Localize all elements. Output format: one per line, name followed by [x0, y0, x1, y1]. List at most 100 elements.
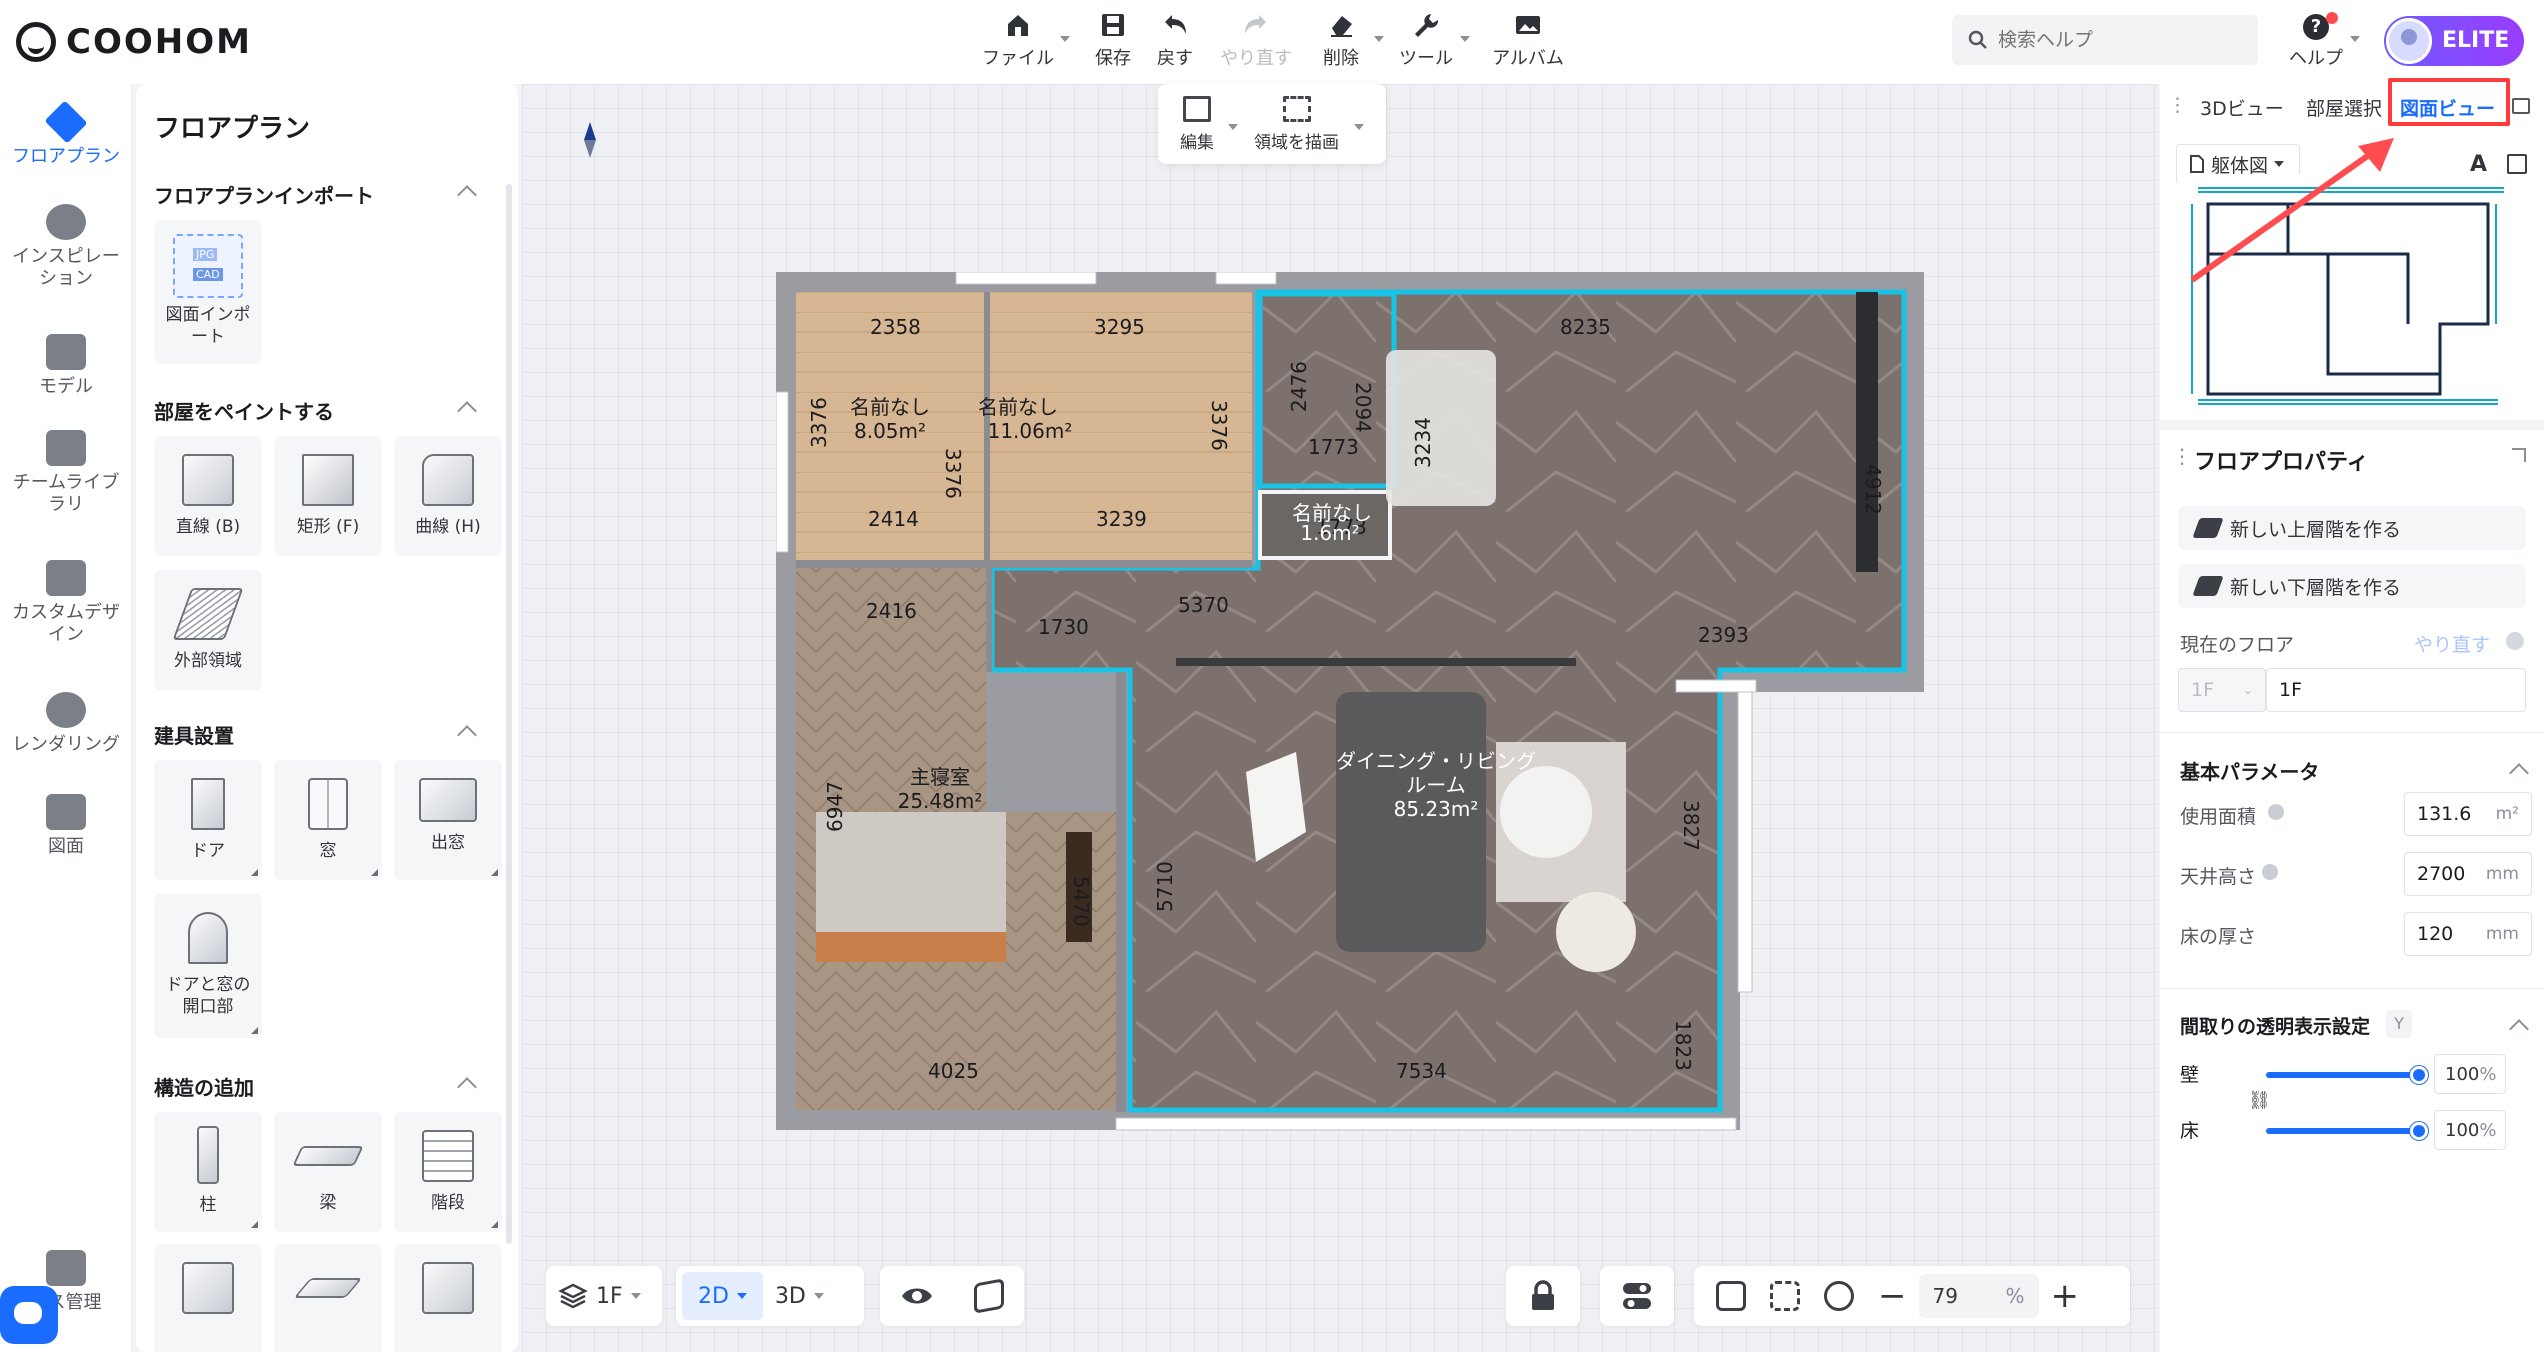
- chevron-down-icon: [1228, 124, 1238, 130]
- floor-name-input[interactable]: 1F: [2266, 668, 2526, 712]
- floor-opacity-input[interactable]: 100 %: [2434, 1110, 2506, 1150]
- chevron-up-icon[interactable]: [457, 1077, 477, 1097]
- lock-button[interactable]: [1506, 1266, 1580, 1326]
- zoom-in-button[interactable]: +: [2039, 1276, 2092, 1316]
- floor-switcher[interactable]: 1F: [546, 1266, 662, 1326]
- rail-item-drawings[interactable]: 図面: [0, 794, 132, 858]
- edit-grid-icon: [1183, 96, 1211, 122]
- rail-item-custom-design[interactable]: カスタムデザ イン: [0, 560, 132, 646]
- dimension-label: 3295: [1094, 315, 1145, 339]
- structure-tile-6[interactable]: [394, 1244, 502, 1352]
- ceiling-height-input[interactable]: 2700 mm: [2404, 852, 2532, 896]
- draw-region-button[interactable]: 領域を描画: [1254, 96, 1339, 153]
- box-icon: [46, 560, 86, 596]
- info-icon[interactable]: [2506, 632, 2524, 650]
- floor-opacity-slider[interactable]: [2266, 1122, 2428, 1140]
- box-structure-icon: [182, 1262, 234, 1314]
- fit-view-button[interactable]: [1758, 1281, 1812, 1311]
- rail-item-inspiration[interactable]: インスピレー ション: [0, 204, 132, 290]
- slider-knob[interactable]: [2410, 1066, 2428, 1084]
- dimension-label: 6947: [823, 781, 847, 832]
- dimension-label: 2094: [1351, 382, 1375, 433]
- floor-name-value: 1F: [2279, 679, 2303, 701]
- structure-tile-5[interactable]: [274, 1244, 382, 1352]
- rail-item-model[interactable]: モデル: [0, 334, 132, 398]
- room-name: ルーム: [1406, 773, 1465, 797]
- floor-thickness-input[interactable]: 120 mm: [2404, 912, 2532, 956]
- eye-icon[interactable]: [900, 1284, 934, 1308]
- chevron-down-icon: [813, 1293, 824, 1299]
- text-style-icon[interactable]: A: [2470, 152, 2487, 177]
- chevron-up-icon[interactable]: [457, 401, 477, 421]
- info-icon[interactable]: [2262, 864, 2278, 880]
- structure-tile-4[interactable]: [154, 1244, 262, 1352]
- undo-button[interactable]: 戻す: [1150, 10, 1200, 72]
- opening-tile[interactable]: ドアと窓の 開口部: [154, 894, 262, 1038]
- column-tile[interactable]: 柱: [154, 1112, 262, 1232]
- slab-icon: [293, 1278, 363, 1298]
- help-search[interactable]: [1952, 15, 2258, 65]
- door-tile[interactable]: ドア: [154, 760, 262, 880]
- tab-3d-view[interactable]: 3Dビュー: [2200, 94, 2284, 121]
- tab-room-select[interactable]: 部屋選択: [2306, 94, 2382, 121]
- brand-logo[interactable]: COOHOM: [16, 20, 252, 64]
- bay-window-tile[interactable]: 出窓: [394, 760, 502, 880]
- floor-plan[interactable]: 2358 3295 8235 3376 3376 3376 2476 2094 …: [776, 272, 1924, 1132]
- draw-line-tile[interactable]: 直線 (B): [154, 436, 262, 556]
- tools-menu-button[interactable]: ツール: [1396, 10, 1470, 72]
- arch-opening-icon: [188, 912, 228, 964]
- exterior-area-tile[interactable]: 外部領域: [154, 570, 262, 690]
- camera-settings-button[interactable]: [1704, 1281, 1758, 1311]
- expand-icon[interactable]: [2512, 448, 2526, 462]
- draw-curve-tile[interactable]: 曲線 (H): [394, 436, 502, 556]
- save-button[interactable]: 保存: [1088, 10, 1138, 72]
- wall-opacity-input[interactable]: 100 %: [2434, 1054, 2506, 1094]
- rail-item-rendering[interactable]: レンダリング: [0, 692, 132, 756]
- chat-support-button[interactable]: [0, 1286, 58, 1344]
- cube-view-icon[interactable]: [974, 1278, 1004, 1314]
- redo-link[interactable]: やり直す: [2414, 630, 2490, 657]
- rail-item-floorplan[interactable]: フロアプラン: [0, 100, 132, 168]
- dimension-label: 5710: [1153, 861, 1177, 912]
- catalog-scrollbar[interactable]: [506, 184, 512, 1244]
- usable-area-input[interactable]: 131.6 m²: [2404, 792, 2532, 836]
- account-button[interactable]: ELITE: [2384, 16, 2524, 66]
- chevron-up-icon[interactable]: [457, 185, 477, 205]
- chevron-up-icon[interactable]: [2509, 763, 2529, 783]
- floor-code-select[interactable]: 1F ⌄: [2178, 668, 2266, 712]
- toggle-settings-button[interactable]: [1600, 1266, 1674, 1326]
- zoom-region-button[interactable]: [1812, 1281, 1866, 1311]
- chevron-up-icon[interactable]: [457, 725, 477, 745]
- album-button[interactable]: アルバム: [1490, 10, 1566, 72]
- link-icon[interactable]: ⛓: [2248, 1090, 2271, 1111]
- help-button[interactable]: ? ヘルプ: [2286, 12, 2346, 72]
- zoom-out-button[interactable]: −: [1866, 1276, 1919, 1316]
- edit-icon[interactable]: [2507, 154, 2528, 174]
- popout-icon[interactable]: [2512, 98, 2530, 114]
- info-icon[interactable]: [2268, 804, 2284, 820]
- rail-item-team-library[interactable]: チームライブ ラリ: [0, 430, 132, 516]
- search-input[interactable]: [1998, 29, 2228, 51]
- column-icon: [197, 1126, 219, 1184]
- drag-handle-icon[interactable]: ⋮: [2172, 444, 2192, 468]
- drag-handle-icon[interactable]: ⋮: [2168, 94, 2187, 116]
- edit-button[interactable]: 編集: [1180, 96, 1214, 153]
- chevron-up-icon[interactable]: [2509, 1019, 2529, 1039]
- add-upper-floor-button[interactable]: 新しい上層階を作る: [2178, 506, 2526, 550]
- draw-rectangle-tile[interactable]: 矩形 (F): [274, 436, 382, 556]
- door-icon: [191, 778, 225, 830]
- mode-3d-button[interactable]: 3D: [763, 1284, 836, 1309]
- file-menu-button[interactable]: ファイル: [980, 10, 1070, 72]
- add-lower-floor-button[interactable]: 新しい下層階を作る: [2178, 564, 2526, 608]
- zoom-input[interactable]: 79 %: [1918, 1274, 2039, 1318]
- delete-menu-button[interactable]: 削除: [1316, 10, 1384, 72]
- stairs-tile[interactable]: 階段: [394, 1112, 502, 1232]
- window-tile[interactable]: 窓: [274, 760, 382, 880]
- import-floorplan-tile[interactable]: JPG CAD 図面インポ ート: [154, 220, 262, 364]
- transparency-title: 間取りの透明表示設定: [2180, 1016, 2371, 1038]
- redo-button[interactable]: やり直す: [1218, 10, 1294, 72]
- wall-opacity-slider[interactable]: [2266, 1066, 2428, 1084]
- beam-tile[interactable]: 梁: [274, 1112, 382, 1232]
- mode-2d-button[interactable]: 2D: [682, 1272, 763, 1320]
- slider-knob[interactable]: [2410, 1122, 2428, 1140]
